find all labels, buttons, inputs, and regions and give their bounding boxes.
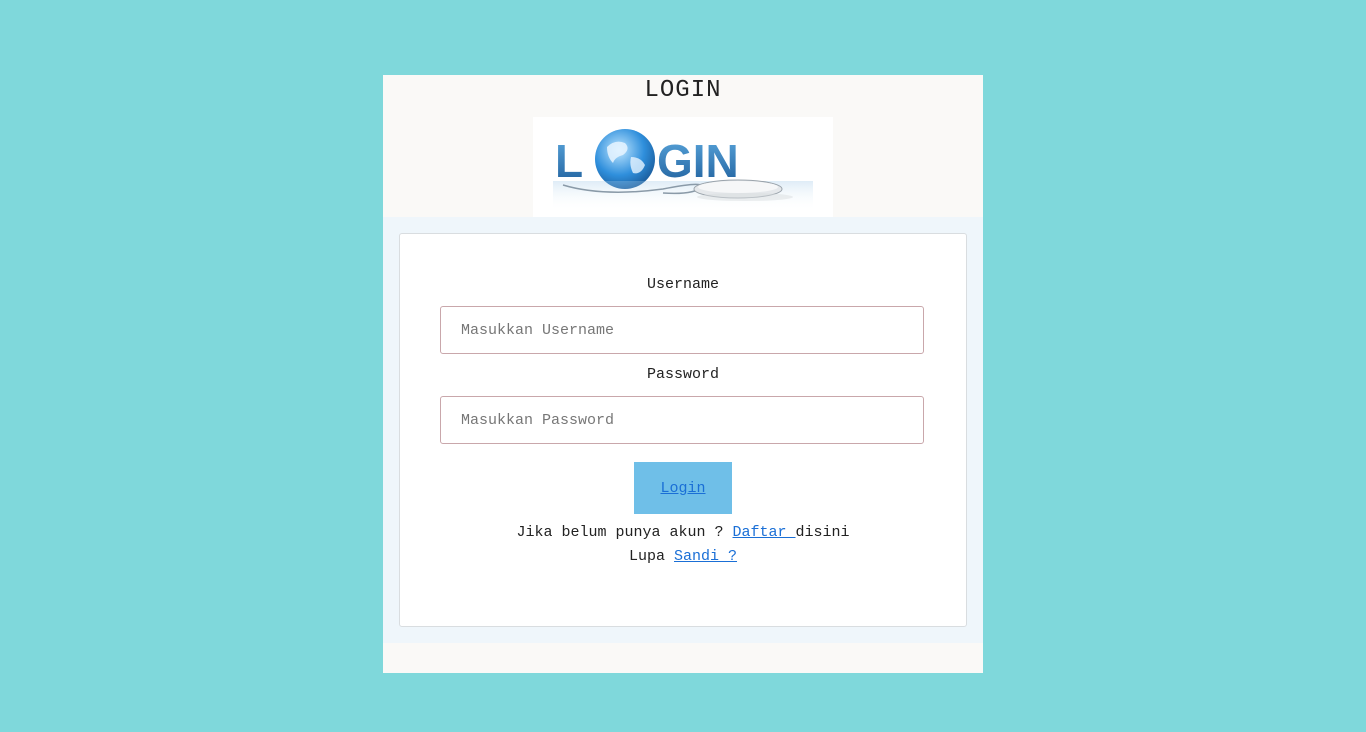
svg-text:L: L: [555, 135, 583, 187]
login-form: Username Password Login Jika belum punya…: [399, 233, 967, 627]
register-line: Jika belum punya akun ? Daftar disini: [400, 524, 966, 541]
register-link[interactable]: Daftar: [733, 524, 796, 541]
login-button[interactable]: Login: [634, 462, 732, 514]
forgot-prefix-text: Lupa: [628, 548, 674, 565]
login-logo-image: L GIN: [533, 117, 833, 217]
form-panel: Username Password Login Jika belum punya…: [383, 217, 983, 643]
forgot-password-line: Lupa Sandi ?: [400, 548, 966, 565]
login-card: LOGIN L GIN Username Masukkan Username P…: [383, 75, 983, 673]
page-title: LOGIN: [644, 77, 722, 104]
password-input[interactable]: [440, 396, 924, 444]
register-suffix-text: disini: [795, 524, 850, 541]
svg-text:GIN: GIN: [657, 135, 739, 187]
register-prefix-text: Jika belum punya akun ?: [516, 524, 733, 541]
username-input[interactable]: [440, 306, 924, 354]
forgot-password-link[interactable]: Sandi ?: [674, 548, 737, 565]
login-logo-graphic: L GIN: [553, 129, 813, 211]
password-label: Password: [646, 366, 719, 383]
username-label: Username: [646, 276, 719, 293]
